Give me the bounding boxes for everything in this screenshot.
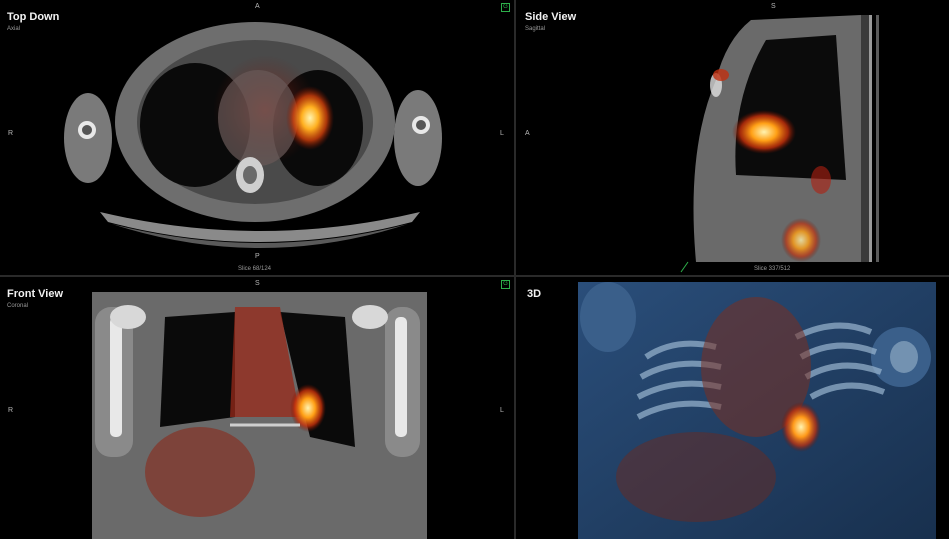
view-title: Front View [7, 288, 64, 300]
sagittal-image[interactable] [516, 0, 949, 275]
slice-indicator: Slice 68/124 [238, 266, 272, 272]
orientation-left: R [8, 130, 14, 137]
sync-icon[interactable]: G [501, 3, 510, 12]
coronal-image[interactable] [0, 277, 514, 539]
view-title: 3D [527, 288, 542, 300]
orientation-left: A [525, 130, 530, 137]
viewport-divider-vertical [514, 0, 516, 539]
slice-indicator: Slice 337/512 [754, 266, 791, 272]
orientation-right: L [500, 130, 504, 137]
view-subtitle: Sagittal [525, 26, 546, 32]
viewport-3d[interactable]: 3D [516, 277, 949, 539]
view-subtitle: Axial [7, 26, 21, 32]
orientation-right: L [500, 407, 504, 414]
view-title: Side View [525, 11, 577, 23]
orientation-left: R [8, 407, 14, 414]
view-subtitle: Coronal [7, 303, 29, 309]
axial-image[interactable] [0, 0, 514, 275]
orientation-top: S [255, 280, 260, 287]
orientation-bottom: P [255, 253, 260, 260]
orientation-top: A [255, 3, 260, 10]
viewport-top-down[interactable]: Top Down Axial A R L P Slice 68/124 G [0, 0, 514, 275]
sync-icon[interactable]: G [501, 280, 510, 289]
view-title: Top Down [7, 11, 60, 23]
volume-render-3d[interactable] [516, 277, 949, 539]
viewport-divider-horizontal [0, 275, 949, 277]
orientation-top: S [771, 3, 776, 10]
viewport-front-view[interactable]: Front View Coronal S R L G [0, 277, 514, 539]
viewport-side-view[interactable]: Side View Sagittal S A Slice 337/512 [516, 0, 949, 275]
